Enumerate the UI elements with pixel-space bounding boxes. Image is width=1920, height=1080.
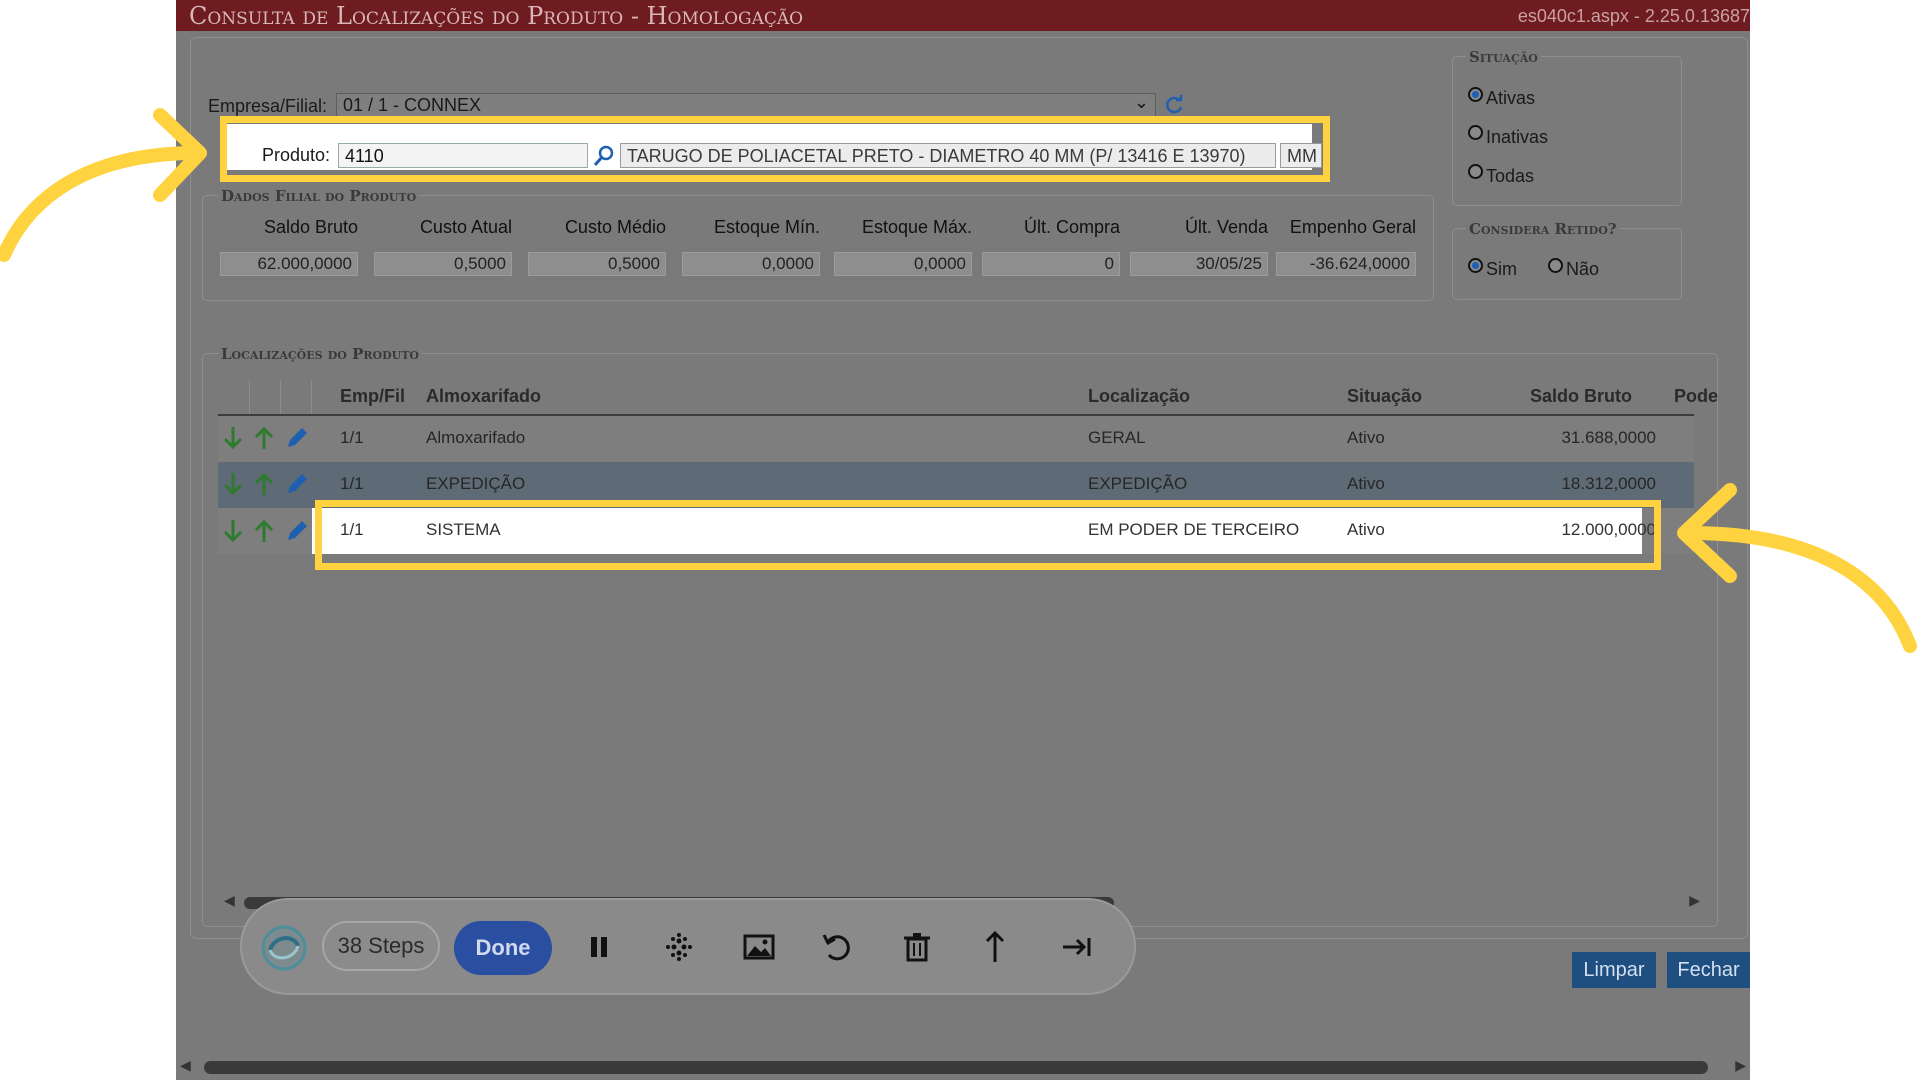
recorder-logo-icon xyxy=(261,925,307,971)
val-estoque-max: 0,0000 xyxy=(834,252,972,276)
val-custo-atual: 0,5000 xyxy=(374,252,512,276)
cell-localizacao: GERAL xyxy=(1088,428,1146,447)
head-ult-venda: Últ. Venda xyxy=(1184,217,1268,237)
fechar-button[interactable]: Fechar xyxy=(1667,952,1750,988)
head-ult-compra: Últ. Compra xyxy=(1023,217,1120,237)
arrow-down-icon[interactable] xyxy=(222,518,244,544)
page-scrollbar[interactable]: ◀ ▶ xyxy=(180,1058,1746,1076)
grid-divider xyxy=(311,380,312,414)
arrow-up-icon[interactable] xyxy=(253,518,275,544)
cell-saldo-bruto: 31.688,0000 xyxy=(1561,428,1656,447)
radio-nao-label: Não xyxy=(1566,259,1600,279)
cell-localizacao: EXPEDIÇÃO xyxy=(1088,474,1188,493)
scroll-right-icon[interactable]: ▶ xyxy=(1689,893,1700,909)
col-empfil[interactable]: Emp/Fil xyxy=(340,386,405,407)
scroll-left-icon[interactable]: ◀ xyxy=(224,893,235,909)
refresh-icon[interactable] xyxy=(1163,94,1185,116)
done-button[interactable]: Done xyxy=(454,921,552,975)
col-localizacao[interactable]: Localização xyxy=(1088,386,1190,407)
radio-sim[interactable] xyxy=(1468,258,1483,273)
recorder-toolbar: 38 Steps Done xyxy=(240,898,1136,995)
pause-icon[interactable] xyxy=(582,930,616,964)
tutorial-arrow-right xyxy=(1677,483,1917,653)
empresa-label: Empresa/Filial: xyxy=(208,96,328,116)
undo-icon[interactable] xyxy=(820,930,854,964)
radio-ativas-label: Ativas xyxy=(1486,88,1536,108)
val-estoque-min: 0,0000 xyxy=(682,252,820,276)
localizacoes-legend: Localizações do Produto xyxy=(218,345,422,363)
grid-divider xyxy=(280,380,281,414)
tutorial-arrow-left xyxy=(0,108,207,262)
highlight-box-produto xyxy=(220,116,1330,182)
cell-situacao: Ativo xyxy=(1347,474,1385,493)
arrow-down-icon[interactable] xyxy=(222,425,244,451)
radio-sim-label: Sim xyxy=(1486,259,1517,279)
arrow-up-icon[interactable] xyxy=(253,425,275,451)
pencil-icon[interactable] xyxy=(284,518,310,544)
radio-ativas[interactable] xyxy=(1468,87,1483,102)
blur-icon[interactable] xyxy=(662,930,696,964)
head-saldo-bruto: Saldo Bruto xyxy=(263,217,358,237)
cell-almoxarifado: Almoxarifado xyxy=(426,428,526,447)
cell-almoxarifado: EXPEDIÇÃO xyxy=(426,474,526,493)
cell-situacao: Ativo xyxy=(1347,428,1385,447)
grid-divider xyxy=(249,380,250,414)
arrow-up-icon[interactable] xyxy=(253,471,275,497)
table-row[interactable]: 1/1 Almoxarifado GERAL Ativo 31.688,0000 xyxy=(218,416,1694,462)
cell-saldo-bruto: 18.312,0000 xyxy=(1561,474,1656,493)
pencil-icon[interactable] xyxy=(284,425,310,451)
col-situacao[interactable]: Situação xyxy=(1347,386,1422,407)
scroll-left-icon[interactable]: ◀ xyxy=(180,1058,191,1074)
val-saldo-bruto: 62.000,0000 xyxy=(220,252,358,276)
skip-end-icon[interactable] xyxy=(1060,930,1094,964)
col-saldo-bruto[interactable]: Saldo Bruto xyxy=(1530,386,1632,407)
radio-nao[interactable] xyxy=(1548,258,1563,273)
trash-icon[interactable] xyxy=(900,930,934,964)
limpar-button[interactable]: Limpar xyxy=(1572,952,1656,988)
dados-filial-fieldset xyxy=(202,195,1434,301)
val-empenho-geral: -36.624,0000 xyxy=(1276,252,1416,276)
val-custo-medio: 0,5000 xyxy=(528,252,666,276)
col-pode[interactable]: Pode xyxy=(1674,386,1718,407)
page-scroll-thumb[interactable] xyxy=(204,1061,1708,1074)
empresa-select[interactable]: 01 / 1 - CONNEX ⌄ xyxy=(336,93,1156,117)
chevron-down-icon: ⌄ xyxy=(1133,93,1149,112)
situacao-legend: Situação xyxy=(1466,48,1541,66)
retido-legend: Considera Retido? xyxy=(1466,220,1620,238)
image-icon[interactable] xyxy=(742,930,776,964)
share-icon[interactable] xyxy=(978,930,1012,964)
head-empenho-geral: Empenho Geral xyxy=(1289,217,1416,237)
title-bar: Consulta de Localizações do Produto - Ho… xyxy=(176,0,1750,31)
dados-filial-legend: Dados Filial do Produto xyxy=(218,187,420,205)
radio-inativas[interactable] xyxy=(1468,125,1483,140)
cell-empfil: 1/1 xyxy=(340,474,364,493)
radio-todas[interactable] xyxy=(1468,164,1483,179)
arrow-down-icon[interactable] xyxy=(222,471,244,497)
highlight-box-row xyxy=(315,500,1661,570)
radio-inativas-label: Inativas xyxy=(1486,127,1549,147)
steps-counter[interactable]: 38 Steps xyxy=(322,921,440,971)
scroll-right-icon[interactable]: ▶ xyxy=(1735,1058,1746,1074)
radio-todas-label: Todas xyxy=(1486,166,1535,186)
val-ult-compra: 0 xyxy=(982,252,1120,276)
window-title: Consulta de Localizações do Produto - Ho… xyxy=(189,2,804,30)
col-almoxarifado[interactable]: Almoxarifado xyxy=(426,386,541,407)
empresa-value: 01 / 1 - CONNEX xyxy=(343,95,482,115)
pencil-icon[interactable] xyxy=(284,471,310,497)
head-custo-atual: Custo Atual xyxy=(419,217,512,237)
window-version: es040c1.aspx - 2.25.0.13687 xyxy=(1517,6,1750,26)
val-ult-venda: 30/05/25 xyxy=(1130,252,1268,276)
head-estoque-min: Estoque Mín. xyxy=(713,217,820,237)
cell-empfil: 1/1 xyxy=(340,428,364,447)
head-estoque-max: Estoque Máx. xyxy=(861,217,972,237)
head-custo-medio: Custo Médio xyxy=(564,217,666,237)
